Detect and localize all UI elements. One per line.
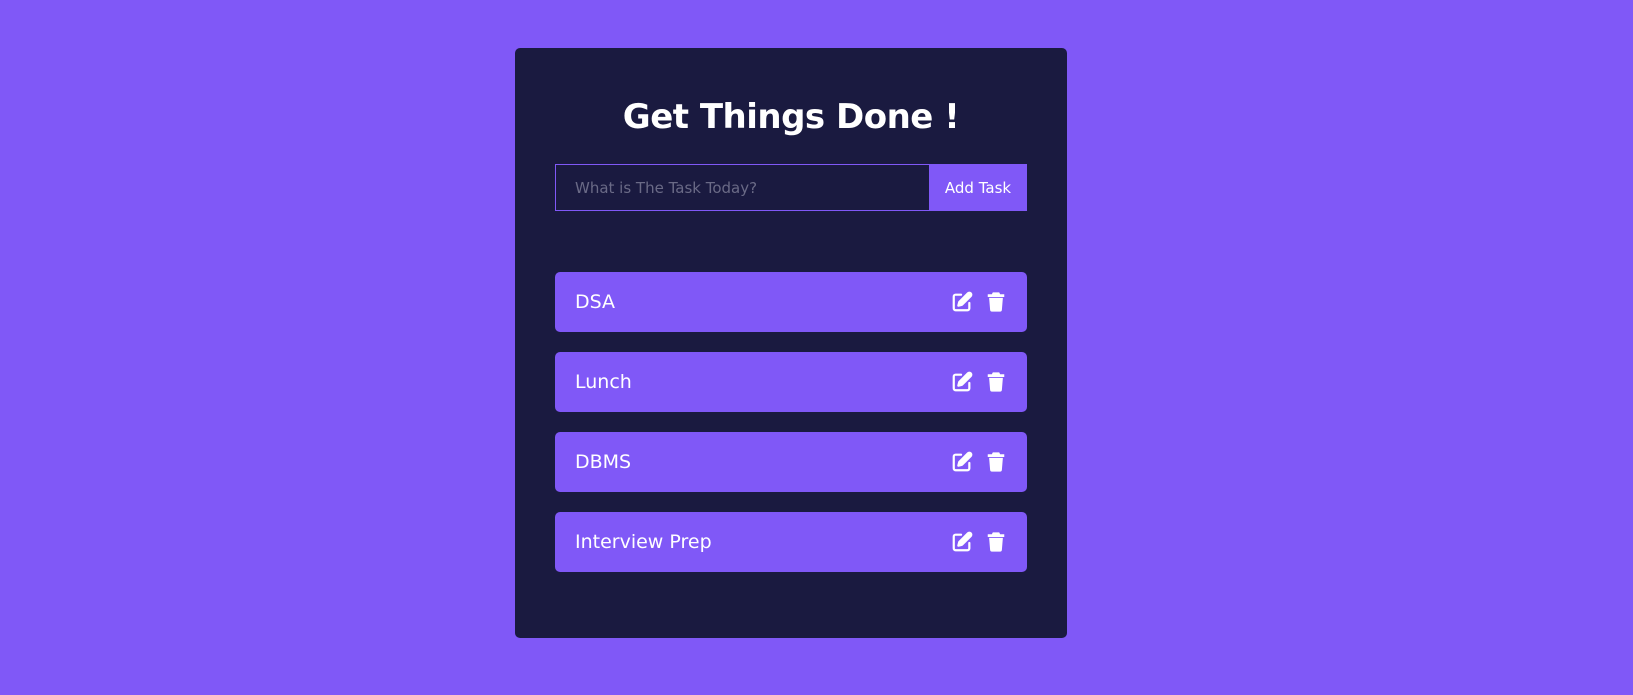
trash-icon[interactable] [985,371,1007,393]
todo-actions [951,451,1007,473]
edit-icon[interactable] [951,531,973,553]
task-input[interactable] [555,164,929,211]
todo-item: Interview Prep [555,512,1027,572]
todo-actions [951,531,1007,553]
add-task-form: Add Task [555,164,1027,211]
edit-icon[interactable] [951,371,973,393]
todo-text[interactable]: DSA [575,291,615,313]
todo-item: Lunch [555,352,1027,412]
todo-actions [951,291,1007,313]
todo-text[interactable]: Lunch [575,371,632,393]
page-title: Get Things Done ! [622,97,960,137]
todo-item: DSA [555,272,1027,332]
todo-text[interactable]: Interview Prep [575,531,712,553]
trash-icon[interactable] [985,531,1007,553]
todo-item: DBMS [555,432,1027,492]
trash-icon[interactable] [985,291,1007,313]
edit-icon[interactable] [951,291,973,313]
edit-icon[interactable] [951,451,973,473]
add-task-button[interactable]: Add Task [929,164,1027,211]
todo-text[interactable]: DBMS [575,451,631,473]
todo-list: DSA Lunch DBMS Interview Prep [555,272,1027,572]
todo-card: Get Things Done ! Add Task DSA [515,48,1067,638]
todo-actions [951,371,1007,393]
trash-icon[interactable] [985,451,1007,473]
